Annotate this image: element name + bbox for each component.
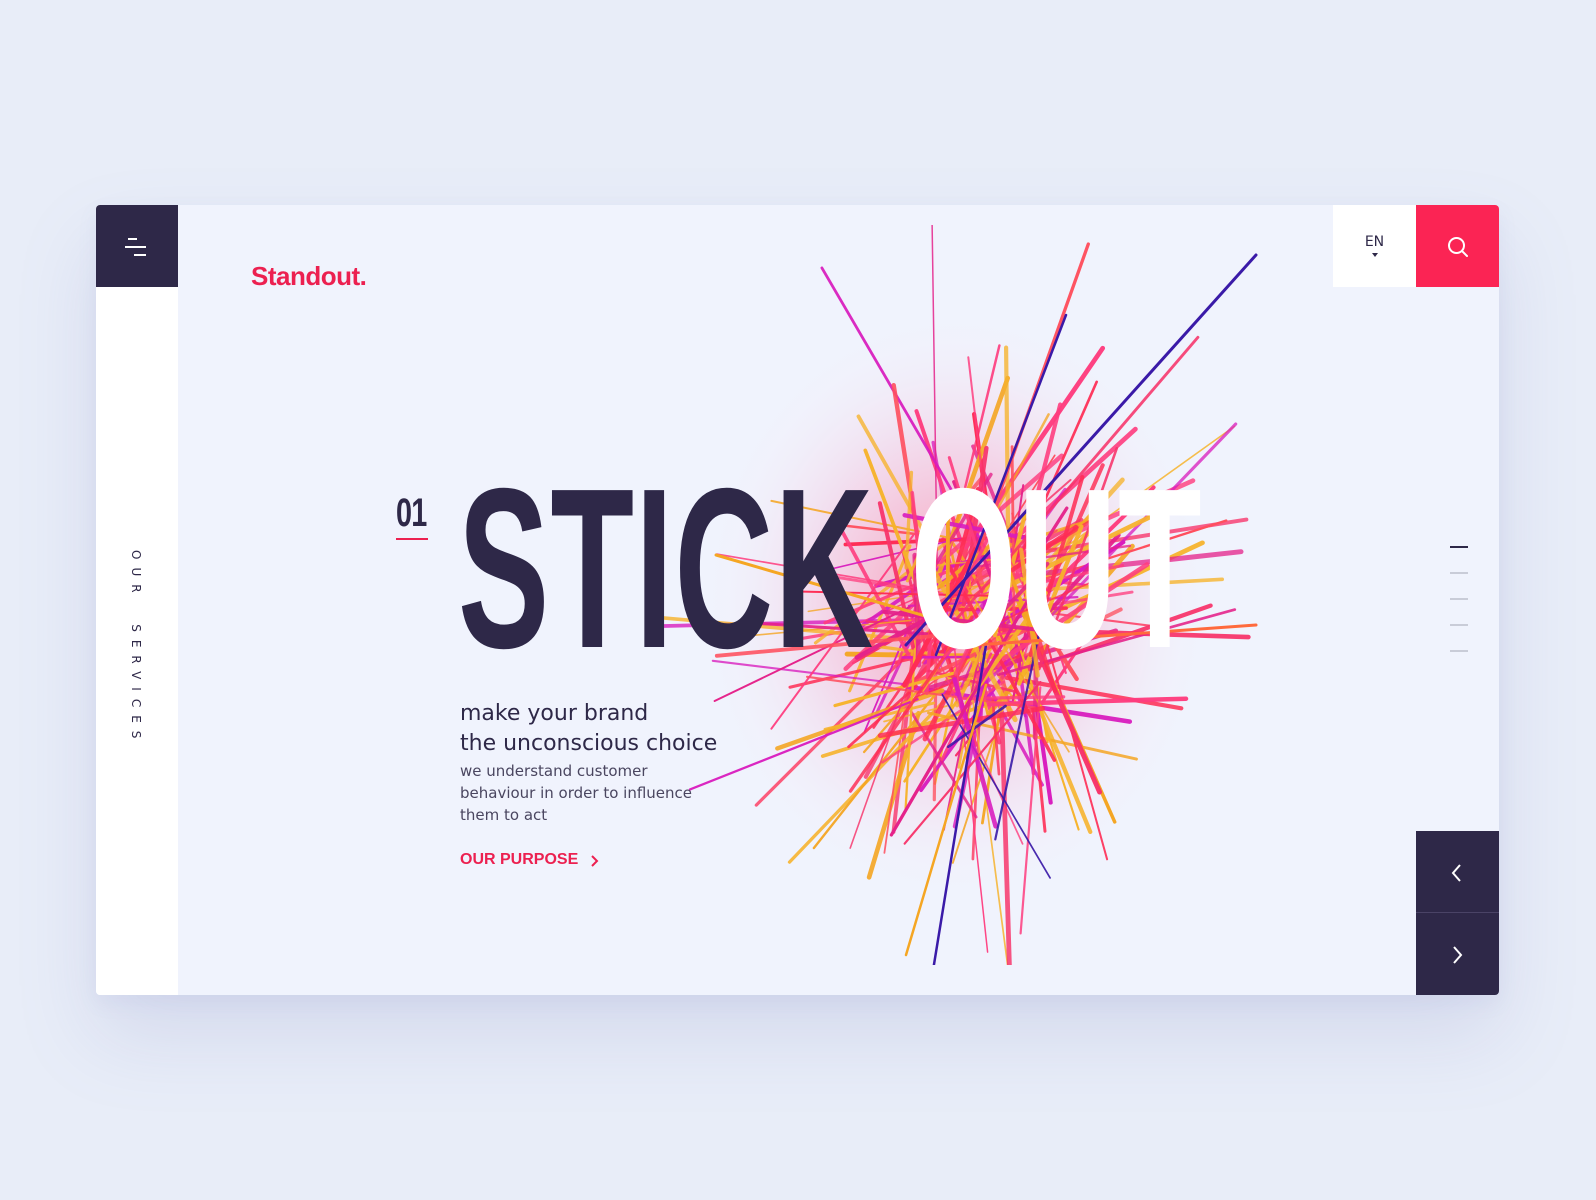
headline-word-stick: STICK xyxy=(458,442,875,696)
hamburger-menu-icon xyxy=(125,238,146,256)
slide-number-text: 01 xyxy=(396,491,427,535)
search-button[interactable] xyxy=(1416,205,1499,287)
description-line-3: them to act xyxy=(460,806,548,824)
subheading-line-1: make your brand xyxy=(460,701,649,726)
hero-card: OUR SERVICES Standout. EN 01 STICK OUT m… xyxy=(96,205,1499,995)
menu-button[interactable] xyxy=(96,205,178,287)
chevron-right-icon xyxy=(1453,946,1463,964)
slide-number: 01 xyxy=(396,491,439,540)
chevron-right-icon xyxy=(591,855,599,867)
brand-logo[interactable]: Standout. xyxy=(251,261,367,292)
search-icon xyxy=(1448,237,1468,257)
previous-slide-button[interactable] xyxy=(1416,831,1499,913)
headline-word-out: OUT xyxy=(910,442,1203,696)
next-slide-button[interactable] xyxy=(1416,913,1499,995)
slide-indicator-2[interactable] xyxy=(1450,572,1468,574)
slide-number-underline xyxy=(396,538,428,540)
hero-description: we understand customer behaviour in orde… xyxy=(460,760,720,826)
subheading-line-2: the unconscious choice xyxy=(460,731,718,756)
left-rail: OUR SERVICES xyxy=(96,205,178,995)
our-purpose-link[interactable]: OUR PURPOSE xyxy=(460,851,599,869)
chevron-left-icon xyxy=(1451,864,1461,882)
our-services-label: OUR SERVICES xyxy=(129,550,143,747)
slide-indicator-5[interactable] xyxy=(1450,650,1468,652)
description-line-1: we understand customer xyxy=(460,762,648,780)
slide-indicator-3[interactable] xyxy=(1450,598,1468,600)
caret-down-icon xyxy=(1372,253,1378,257)
hero-headline: STICK OUT xyxy=(458,455,1203,683)
description-line-2: behaviour in order to influence xyxy=(460,784,692,802)
hero-subheading: make your brand the unconscious choice xyxy=(460,699,717,759)
our-purpose-label: OUR PURPOSE xyxy=(460,851,579,868)
slide-indicator-1[interactable] xyxy=(1450,546,1468,548)
slide-indicator-4[interactable] xyxy=(1450,624,1468,626)
